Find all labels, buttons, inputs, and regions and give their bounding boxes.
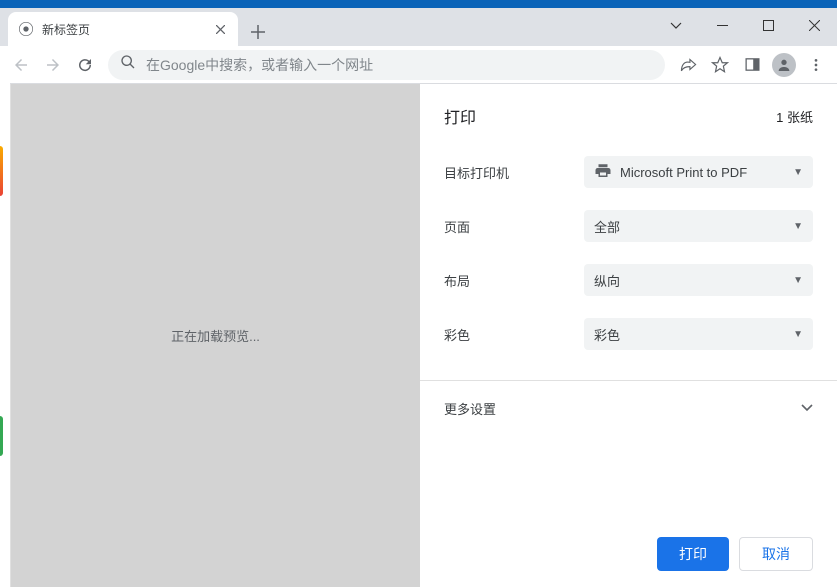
chevron-down-icon: [801, 401, 813, 416]
side-panel-icon[interactable]: [737, 50, 767, 80]
new-tab-button[interactable]: [244, 18, 272, 46]
color-label: 彩色: [444, 325, 584, 344]
chrome-favicon-icon: [18, 21, 34, 37]
cancel-button[interactable]: 取消: [739, 537, 813, 571]
pages-dropdown[interactable]: 全部 ▼: [584, 210, 813, 242]
browser-tab[interactable]: 新标签页: [8, 12, 238, 46]
search-icon: [120, 54, 136, 75]
destination-label: 目标打印机: [444, 163, 584, 182]
destination-dropdown[interactable]: Microsoft Print to PDF ▼: [584, 156, 813, 188]
printer-icon: [594, 162, 612, 183]
omnibox[interactable]: 在Google中搜索，或者输入一个网址: [108, 50, 665, 80]
print-button[interactable]: 打印: [657, 537, 729, 571]
pages-label: 页面: [444, 217, 584, 236]
layout-dropdown[interactable]: 纵向 ▼: [584, 264, 813, 296]
color-dropdown[interactable]: 彩色 ▼: [584, 318, 813, 350]
window-maximize-button[interactable]: [745, 10, 791, 40]
print-settings-pane: 打印 1 张纸 目标打印机 Microsoft Print to PDF ▼ 页…: [420, 84, 837, 587]
sheet-count: 1 张纸: [776, 107, 813, 126]
pages-value: 全部: [594, 217, 785, 236]
menu-icon[interactable]: [801, 50, 831, 80]
forward-button[interactable]: [38, 50, 68, 80]
window-minimize-button[interactable]: [699, 10, 745, 40]
destination-value: Microsoft Print to PDF: [620, 165, 785, 180]
share-icon[interactable]: [673, 50, 703, 80]
preview-loading-text: 正在加载预览...: [171, 326, 260, 345]
more-settings-label: 更多设置: [444, 399, 496, 418]
chevron-down-icon: ▼: [793, 167, 803, 178]
reload-button[interactable]: [70, 50, 100, 80]
background-edge: [0, 46, 10, 587]
color-value: 彩色: [594, 325, 785, 344]
omnibox-placeholder: 在Google中搜索，或者输入一个网址: [146, 55, 653, 75]
chevron-down-icon: ▼: [793, 221, 803, 232]
bookmark-icon[interactable]: [705, 50, 735, 80]
more-settings-toggle[interactable]: 更多设置: [444, 381, 813, 436]
print-preview-pane: 正在加载预览...: [10, 84, 420, 587]
profile-avatar[interactable]: [769, 50, 799, 80]
print-dialog-title: 打印: [444, 104, 476, 128]
window-caret-icon[interactable]: [653, 10, 699, 40]
window-close-button[interactable]: [791, 10, 837, 40]
tab-title: 新标签页: [42, 21, 204, 38]
toolbar: 在Google中搜索，或者输入一个网址: [0, 46, 837, 84]
chevron-down-icon: ▼: [793, 329, 803, 340]
layout-label: 布局: [444, 271, 584, 290]
chevron-down-icon: ▼: [793, 275, 803, 286]
tab-close-button[interactable]: [212, 21, 228, 37]
back-button[interactable]: [6, 50, 36, 80]
layout-value: 纵向: [594, 271, 785, 290]
